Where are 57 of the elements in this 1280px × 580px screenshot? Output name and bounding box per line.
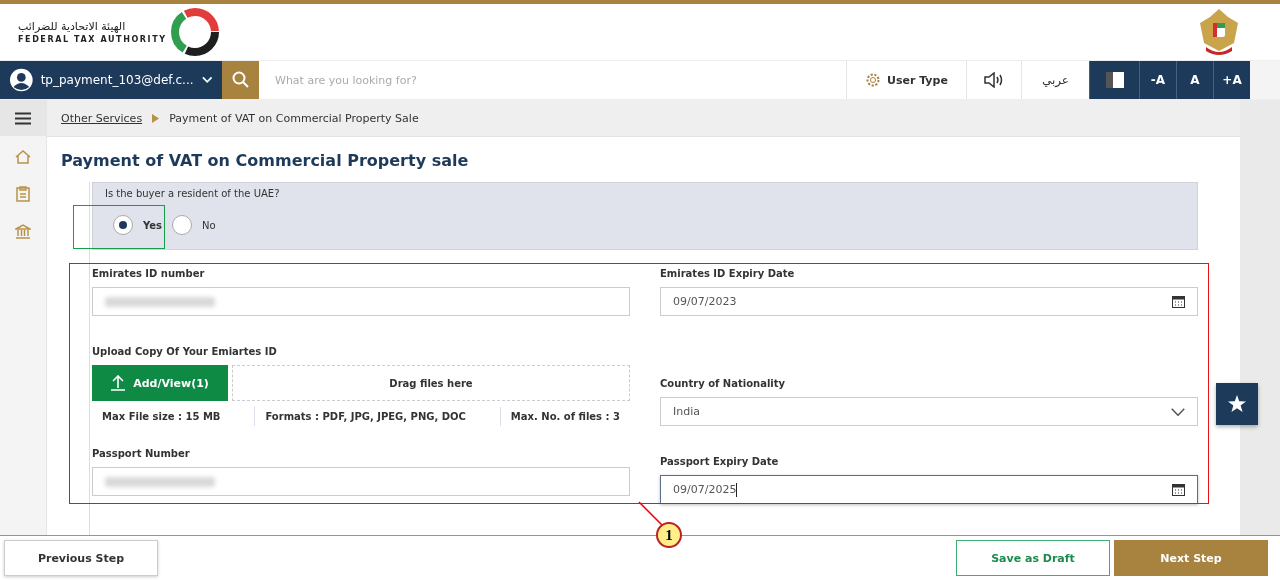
upload-info: Formats : PDF, JPG, JPEG, PNG, DOC <box>254 407 476 426</box>
chevron-down-icon <box>201 76 212 84</box>
field-label: Country of Nationality <box>660 378 787 389</box>
favorite-button[interactable] <box>1216 383 1258 425</box>
gear-icon <box>864 72 881 88</box>
chevron-down-icon <box>1171 407 1185 416</box>
logo-icon <box>170 8 219 56</box>
country-dropdown[interactable]: India <box>660 397 1198 426</box>
radio-option[interactable]: No <box>172 215 216 235</box>
date-field[interactable]: 09/07/2025 <box>660 475 1198 504</box>
save-draft-button[interactable]: Save as Draft <box>956 540 1110 576</box>
previous-step-button[interactable]: Previous Step <box>4 540 158 576</box>
field-label: Emirates ID number <box>92 268 206 279</box>
font-size-button[interactable]: -A <box>1139 61 1176 99</box>
date-field[interactable]: 09/07/2023 <box>660 287 1198 316</box>
user-menu[interactable]: tp_payment_103@def.c... <box>0 61 222 99</box>
avatar-icon <box>10 67 33 93</box>
upload-info: Max File size : 15 MB <box>101 410 222 424</box>
menu-icon <box>15 111 31 125</box>
next-step-button[interactable]: Next Step <box>1114 540 1268 576</box>
scrollbar[interactable] <box>1240 100 1280 535</box>
font-size-button[interactable]: +A <box>1213 61 1250 99</box>
home-icon[interactable] <box>15 150 31 164</box>
page-title: Payment of VAT on Commercial Property sale <box>61 151 470 170</box>
menu-button[interactable] <box>0 100 46 136</box>
field-label: Passport Number <box>92 448 191 459</box>
input-field[interactable] <box>92 467 630 496</box>
question-label: Is the buyer a resident of the UAE? <box>105 188 281 200</box>
upload-info: Max. No. of files : 3 <box>499 407 630 426</box>
search-icon <box>231 71 250 89</box>
contrast-icon <box>1105 72 1124 88</box>
callout-number: 1 <box>656 522 682 548</box>
clipboard-icon[interactable] <box>16 186 30 202</box>
search-button[interactable] <box>222 61 259 99</box>
bank-icon[interactable] <box>15 224 31 239</box>
breadcrumb-current: Payment of VAT on Commercial Property Sale <box>169 111 419 125</box>
input-field[interactable] <box>92 287 630 316</box>
radio-button[interactable] <box>172 215 193 235</box>
calendar-icon <box>1172 483 1185 496</box>
font-size-button[interactable]: A <box>1176 61 1213 99</box>
field-label: Upload Copy Of Your Emiartes ID <box>92 346 278 357</box>
contrast-button[interactable] <box>1089 61 1139 99</box>
field-label: Emirates ID Expiry Date <box>660 268 796 279</box>
upload-icon <box>111 375 126 391</box>
calendar-icon <box>1172 295 1185 308</box>
logo-arabic-text: الهيئة الاتحادية للضرائب <box>18 20 126 33</box>
breadcrumb-link[interactable]: Other Services <box>61 111 143 125</box>
field-label: Passport Expiry Date <box>660 456 780 467</box>
triangle-right-icon <box>152 113 160 123</box>
emblem-icon <box>1198 7 1240 57</box>
add-view-button[interactable]: Add/View(1) <box>92 365 228 401</box>
radio-button[interactable] <box>113 215 133 235</box>
drop-zone[interactable]: Drag files here <box>232 365 630 401</box>
speaker-icon <box>982 72 1005 88</box>
star-icon <box>1228 395 1246 413</box>
radio-option[interactable]: Yes <box>113 215 163 235</box>
logo-text: FEDERAL TAX AUTHORITY <box>18 35 167 44</box>
